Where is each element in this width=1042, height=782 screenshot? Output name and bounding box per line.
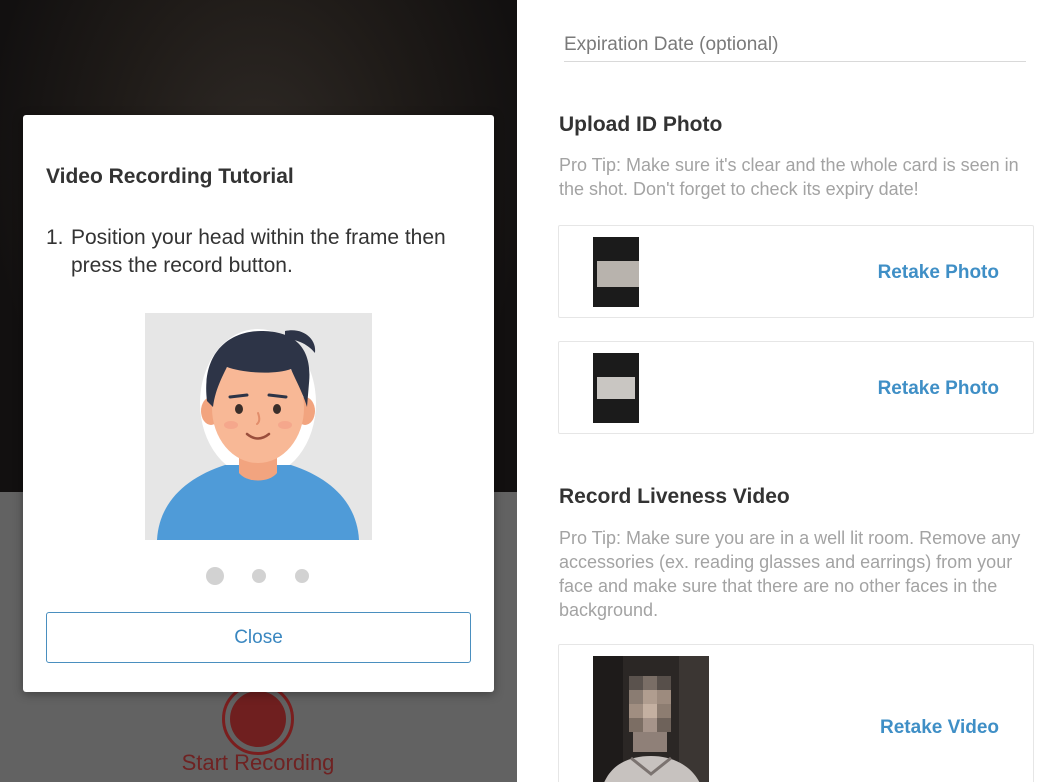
id-card-shape bbox=[597, 261, 639, 287]
step-text: Position your head within the frame then… bbox=[71, 226, 446, 277]
id-card-shape bbox=[597, 377, 635, 399]
id-photo-thumbnail-front[interactable] bbox=[593, 237, 639, 307]
person-avatar-icon bbox=[145, 313, 372, 540]
video-thumbnail[interactable] bbox=[593, 656, 709, 782]
id-photo-card-front: Retake Photo bbox=[558, 225, 1034, 318]
head-position-illustration bbox=[145, 313, 372, 540]
page-dot-3[interactable] bbox=[295, 569, 309, 583]
modal-title: Video Recording Tutorial bbox=[46, 165, 294, 188]
record-button[interactable] bbox=[222, 683, 294, 755]
upload-id-title: Upload ID Photo bbox=[559, 113, 723, 136]
start-recording-label: Start Recording bbox=[181, 750, 335, 775]
tutorial-modal: Video Recording Tutorial 1. Position you… bbox=[23, 115, 494, 692]
id-pro-tip: Pro Tip: Make sure it's clear and the wh… bbox=[559, 153, 1039, 201]
step-number: 1. bbox=[46, 226, 64, 249]
retake-photo-button-front[interactable]: Retake Photo bbox=[878, 262, 999, 284]
liveness-video-title: Record Liveness Video bbox=[559, 485, 790, 508]
pixelated-face-icon bbox=[593, 656, 709, 782]
id-photo-thumbnail-back[interactable] bbox=[593, 353, 639, 423]
verification-form: Upload ID Photo Pro Tip: Make sure it's … bbox=[517, 0, 1042, 782]
page-dot-1[interactable] bbox=[206, 567, 224, 585]
retake-photo-button-back[interactable]: Retake Photo bbox=[878, 378, 999, 400]
expiration-date-input[interactable] bbox=[564, 28, 1026, 62]
page-dot-2[interactable] bbox=[252, 569, 266, 583]
video-pro-tip: Pro Tip: Make sure you are in a well lit… bbox=[559, 526, 1039, 622]
video-tip-label: Pro Tip: bbox=[559, 528, 622, 548]
tutorial-step: 1. Position your head within the frame t… bbox=[46, 224, 466, 280]
retake-video-button[interactable]: Retake Video bbox=[880, 717, 999, 739]
id-photo-card-back: Retake Photo bbox=[558, 341, 1034, 434]
video-tip-text: Make sure you are in a well lit room. Re… bbox=[559, 528, 1021, 620]
close-button[interactable]: Close bbox=[46, 612, 471, 663]
record-dot-icon bbox=[230, 691, 286, 747]
liveness-video-card: Retake Video bbox=[558, 644, 1034, 782]
id-tip-text: Make sure it's clear and the whole card … bbox=[559, 155, 1019, 199]
id-tip-label: Pro Tip: bbox=[559, 155, 622, 175]
